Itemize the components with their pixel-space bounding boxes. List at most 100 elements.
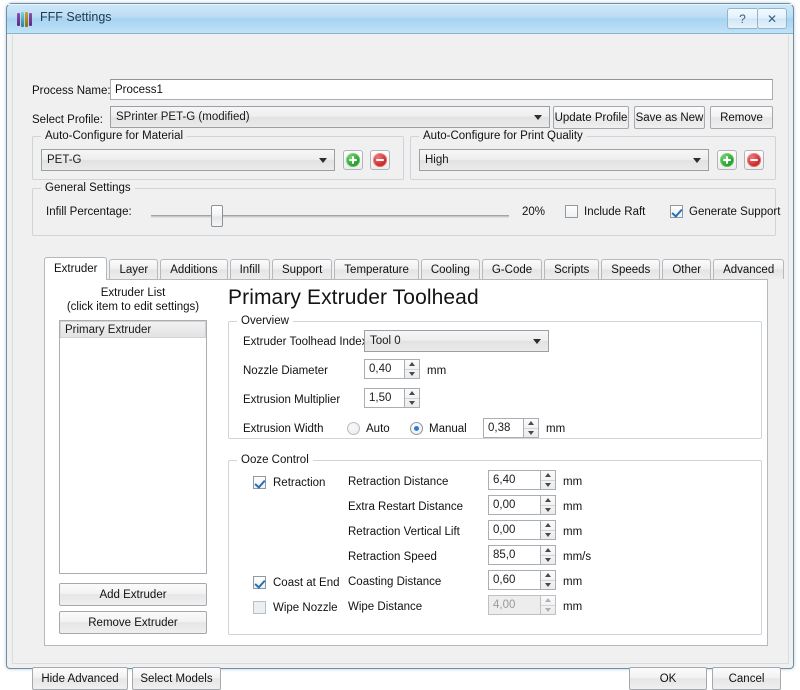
extruder-listbox[interactable]: Primary Extruder xyxy=(59,320,207,574)
extra-restart-distance-value[interactable]: 0,00 xyxy=(488,495,540,515)
tab-layer[interactable]: Layer xyxy=(109,259,159,279)
remove-material-button[interactable] xyxy=(370,150,390,170)
stepper-buttons[interactable] xyxy=(540,470,556,490)
extra-restart-distance-stepper[interactable]: 0,00 xyxy=(488,495,556,515)
quality-combobox[interactable]: High xyxy=(419,149,709,171)
toolhead-index-combobox[interactable]: Tool 0 xyxy=(364,330,549,352)
stepper-buttons[interactable] xyxy=(540,495,556,515)
extrusion-width-auto-radio[interactable]: Auto xyxy=(347,422,390,435)
ok-button[interactable]: OK xyxy=(629,667,707,690)
extruder-list-subtitle: (click item to edit settings) xyxy=(66,301,200,313)
close-icon[interactable]: ✕ xyxy=(757,8,787,29)
coasting-distance-value[interactable]: 0,60 xyxy=(488,570,540,590)
retraction-speed-stepper[interactable]: 85,0 xyxy=(488,545,556,565)
process-name-label: Process Name: xyxy=(32,85,111,97)
page-title: Primary Extruder Toolhead xyxy=(228,286,479,309)
remove-quality-button[interactable] xyxy=(744,150,764,170)
retraction-distance-unit: mm xyxy=(563,476,583,488)
coasting-distance-stepper[interactable]: 0,60 xyxy=(488,570,556,590)
add-material-button[interactable] xyxy=(343,150,363,170)
add-extruder-button[interactable]: Add Extruder xyxy=(59,583,207,606)
retraction-vertical-lift-stepper[interactable]: 0,00 xyxy=(488,520,556,540)
chevron-down-icon xyxy=(693,158,701,163)
stepper-buttons[interactable] xyxy=(404,359,420,379)
tab-infill[interactable]: Infill xyxy=(229,259,271,279)
tab-extruder[interactable]: Extruder xyxy=(44,257,108,280)
extrusion-width-manual-radio[interactable]: Manual xyxy=(410,422,467,435)
window-title: FFF Settings xyxy=(40,10,112,24)
wipe-distance-stepper: 4,00 xyxy=(488,595,556,615)
tab-scripts[interactable]: Scripts xyxy=(544,259,600,279)
chevron-down-icon xyxy=(533,339,541,344)
infill-slider-thumb[interactable] xyxy=(211,205,223,227)
nozzle-diameter-value[interactable]: 0,40 xyxy=(364,359,404,379)
retraction-speed-value[interactable]: 85,0 xyxy=(488,545,540,565)
coast-at-end-checkbox[interactable]: Coast at End xyxy=(253,576,339,589)
stepper-buttons[interactable] xyxy=(540,520,556,540)
extrusion-width-value[interactable]: 0,38 xyxy=(483,418,523,438)
nozzle-diameter-label: Nozzle Diameter xyxy=(243,365,328,377)
remove-profile-button[interactable]: Remove xyxy=(710,106,773,129)
infill-percentage-value: 20% xyxy=(522,206,546,218)
help-button[interactable]: ? xyxy=(727,8,757,29)
wipe-nozzle-checkbox[interactable]: Wipe Nozzle xyxy=(253,601,338,614)
material-combobox[interactable]: PET-G xyxy=(41,149,335,171)
auto-configure-quality-group: Auto-Configure for Print Quality High xyxy=(410,130,776,180)
stepper-buttons[interactable] xyxy=(540,570,556,590)
general-settings-title: General Settings xyxy=(41,182,135,194)
overview-group: Overview Extruder Toolhead Index Tool 0 … xyxy=(228,315,762,439)
select-profile-label: Select Profile: xyxy=(32,114,103,126)
generate-support-label: Generate Support xyxy=(689,205,781,218)
auto-configure-quality-title: Auto-Configure for Print Quality xyxy=(419,130,587,142)
chevron-down-icon xyxy=(319,158,327,163)
tab-support[interactable]: Support xyxy=(272,259,333,279)
extruder-list-heading: Extruder List (click item to edit settin… xyxy=(59,286,207,314)
tab-other[interactable]: Other xyxy=(662,259,712,279)
wipe-distance-label: Wipe Distance xyxy=(348,601,423,613)
window-titlebar[interactable]: FFF Settings ? ✕ xyxy=(7,4,793,34)
stepper-buttons xyxy=(540,595,556,615)
extrusion-width-label: Extrusion Width xyxy=(243,423,324,435)
infill-percentage-label: Infill Percentage: xyxy=(46,206,132,218)
coasting-distance-unit: mm xyxy=(563,576,583,588)
stepper-buttons[interactable] xyxy=(523,418,539,438)
retraction-vertical-lift-value[interactable]: 0,00 xyxy=(488,520,540,540)
list-item[interactable]: Primary Extruder xyxy=(60,321,206,338)
stepper-buttons[interactable] xyxy=(540,545,556,565)
retraction-distance-value[interactable]: 6,40 xyxy=(488,470,540,490)
retraction-distance-stepper[interactable]: 6,40 xyxy=(488,470,556,490)
plus-icon xyxy=(720,153,734,167)
remove-extruder-button[interactable]: Remove Extruder xyxy=(59,611,207,634)
fff-settings-window: FFF Settings ? ✕ Process Name: Process1 … xyxy=(6,3,794,690)
update-profile-button[interactable]: Update Profile xyxy=(553,106,629,129)
tab-additions[interactable]: Additions xyxy=(160,259,228,279)
include-raft-checkbox[interactable]: Include Raft xyxy=(565,205,645,218)
tab-temperature[interactable]: Temperature xyxy=(334,259,419,279)
select-models-button[interactable]: Select Models xyxy=(132,667,221,690)
extrusion-multiplier-value[interactable]: 1,50 xyxy=(364,388,404,408)
wipe-nozzle-box xyxy=(253,601,266,614)
stepper-buttons[interactable] xyxy=(404,388,420,408)
minus-icon xyxy=(373,153,387,167)
tab-gcode[interactable]: G-Code xyxy=(481,259,543,279)
nozzle-diameter-stepper[interactable]: 0,40 xyxy=(364,359,420,379)
save-as-new-button[interactable]: Save as New xyxy=(634,106,705,129)
wipe-distance-value: 4,00 xyxy=(488,595,540,615)
select-profile-combobox[interactable]: SPrinter PET-G (modified) xyxy=(110,106,550,128)
extrusion-width-unit: mm xyxy=(546,423,566,435)
tab-cooling[interactable]: Cooling xyxy=(420,259,480,279)
extrusion-multiplier-stepper[interactable]: 1,50 xyxy=(364,388,420,408)
overview-title: Overview xyxy=(237,315,293,327)
tab-advanced[interactable]: Advanced xyxy=(713,259,785,279)
infill-slider-track[interactable] xyxy=(151,215,509,218)
hide-advanced-button[interactable]: Hide Advanced xyxy=(32,667,128,690)
tab-speeds[interactable]: Speeds xyxy=(601,259,661,279)
retraction-vertical-lift-unit: mm xyxy=(563,526,583,538)
process-name-input[interactable]: Process1 xyxy=(110,79,773,100)
retraction-checkbox[interactable]: Retraction xyxy=(253,476,325,489)
generate-support-checkbox[interactable]: Generate Support xyxy=(670,205,780,218)
toolhead-index-value: Tool 0 xyxy=(370,335,401,347)
add-quality-button[interactable] xyxy=(717,150,737,170)
extrusion-width-stepper[interactable]: 0,38 xyxy=(483,418,539,438)
cancel-button[interactable]: Cancel xyxy=(712,667,781,690)
